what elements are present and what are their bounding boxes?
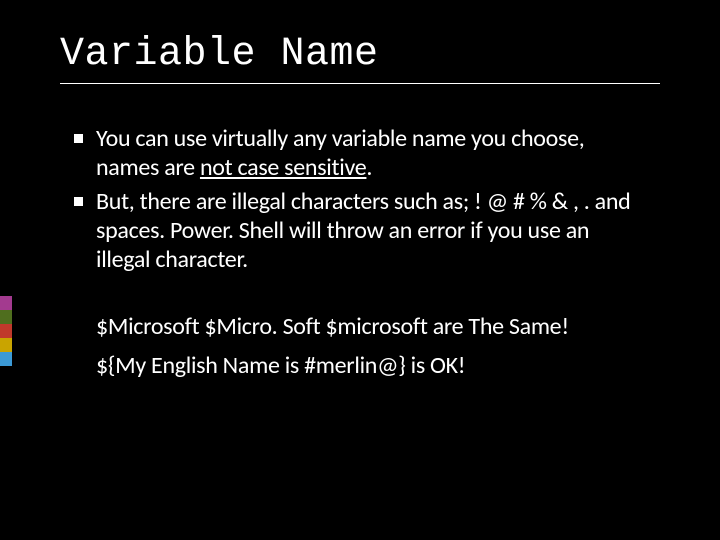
example-line: ${My English Name is #merlin@} is OK! (96, 347, 632, 385)
bullet-item: You can use virtually any variable name … (96, 124, 632, 183)
accent-segment (0, 310, 12, 324)
slide: Variable Name You can use virtually any … (0, 0, 720, 540)
title-row: Variable Name (60, 32, 660, 77)
example-line: $Microsoft $Micro. Soft $microsoft are T… (96, 308, 632, 346)
slide-title: Variable Name (60, 32, 379, 77)
accent-segment (0, 296, 12, 310)
bullet-text-post: . (366, 153, 372, 182)
accent-segment (0, 352, 12, 366)
title-underline (60, 83, 660, 84)
bullet-text-emph: not case sensitive (200, 153, 366, 182)
bullet-item: But, there are illegal characters such a… (96, 187, 632, 275)
accent-segment (0, 324, 12, 338)
bullet-text-pre: But, there are illegal characters such a… (96, 187, 630, 275)
accent-segment (0, 338, 12, 352)
examples-block: $Microsoft $Micro. Soft $microsoft are T… (60, 308, 660, 385)
accent-bar (0, 296, 12, 366)
bullet-list: You can use virtually any variable name … (60, 124, 660, 274)
